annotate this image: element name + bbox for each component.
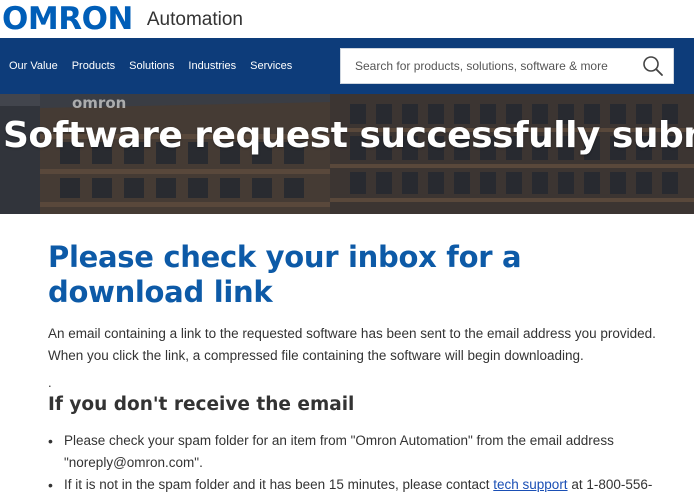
- main-heading: Please check your inbox for a download l…: [48, 240, 522, 309]
- help-list: Please check your spam folder for an ite…: [48, 430, 674, 499]
- brand-subtitle: Automation: [146, 8, 243, 30]
- nav-item-services[interactable]: Services: [243, 38, 299, 94]
- nav-item-products[interactable]: Products: [65, 38, 122, 94]
- hero-banner: omron Software request successfully subm…: [0, 94, 694, 214]
- email-help-heading: If you don't receive the email: [48, 393, 355, 415]
- list-item-tech-support: If it is not in the spam folder and it h…: [48, 474, 674, 499]
- site-header: OMRON Automation: [0, 0, 694, 38]
- search-icon[interactable]: [633, 48, 673, 84]
- search-input[interactable]: [341, 49, 633, 83]
- spam-folder-text: Please check your spam folder for an ite…: [64, 432, 614, 470]
- main-content: Please check your inbox for a download l…: [0, 240, 694, 499]
- nav-item-industries[interactable]: Industries: [181, 38, 243, 94]
- tech-support-text-before: If it is not in the spam folder and it h…: [64, 476, 494, 492]
- main-nav: Our Value Products Solutions Industries …: [0, 38, 694, 94]
- building-sign: omron: [72, 94, 126, 112]
- stray-dot: .: [48, 374, 52, 390]
- tech-support-link[interactable]: tech support: [493, 477, 567, 492]
- nav-item-solutions[interactable]: Solutions: [122, 38, 181, 94]
- hero-title: Software request successfully submitted: [3, 115, 694, 156]
- omron-logo[interactable]: OMRON: [2, 3, 133, 35]
- list-item-spam-folder: Please check your spam folder for an ite…: [48, 430, 674, 474]
- nav-item-our-value[interactable]: Our Value: [0, 38, 65, 94]
- search-box: [340, 48, 674, 84]
- confirmation-paragraph: An email containing a link to the reques…: [48, 325, 656, 363]
